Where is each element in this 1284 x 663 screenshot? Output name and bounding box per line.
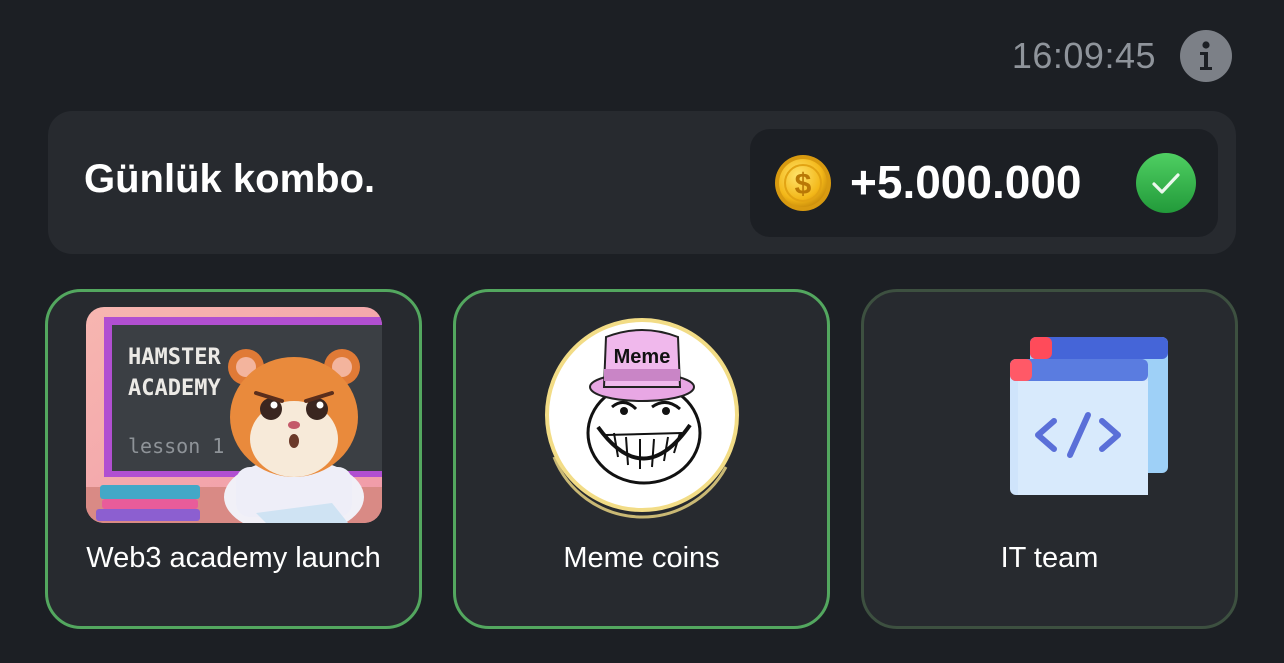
sign-line-academy: ACADEMY xyxy=(128,376,221,401)
info-button[interactable] xyxy=(1180,30,1232,82)
daily-combo-panel: Günlük kombo. $ +5.000.000 xyxy=(48,111,1236,254)
combo-reward-box: $ +5.000.000 xyxy=(750,129,1218,237)
card-label: IT team xyxy=(1000,542,1099,574)
combo-card-meme-coins[interactable]: Meme Meme coins xyxy=(453,289,830,629)
top-bar: 16:09:45 xyxy=(1012,30,1232,82)
svg-text:$: $ xyxy=(795,168,812,201)
card-label: Meme coins xyxy=(563,542,720,574)
info-icon xyxy=(1200,41,1212,70)
coin-icon: $ xyxy=(775,155,831,211)
code-window-icon xyxy=(902,307,1198,523)
combo-card-web3-academy[interactable]: HAMSTER ACADEMY lesson 1 Web3 academy la… xyxy=(45,289,422,629)
check-icon xyxy=(1136,153,1196,213)
hat-text: Meme xyxy=(613,346,670,368)
combo-reward-amount: +5.000.000 xyxy=(850,156,1082,208)
meme-troll-image: Meme xyxy=(494,307,790,523)
sign-line-lesson: lesson 1 xyxy=(128,434,224,458)
countdown-timer: 16:09:45 xyxy=(1011,35,1156,76)
combo-card-it-team[interactable]: IT team xyxy=(861,289,1238,629)
sign-line-hamster: HAMSTER xyxy=(128,345,221,370)
card-label: Web3 academy launch xyxy=(86,542,381,574)
hamster-academy-image: HAMSTER ACADEMY lesson 1 xyxy=(85,307,382,523)
daily-combo-title: Günlük kombo. xyxy=(84,157,376,201)
